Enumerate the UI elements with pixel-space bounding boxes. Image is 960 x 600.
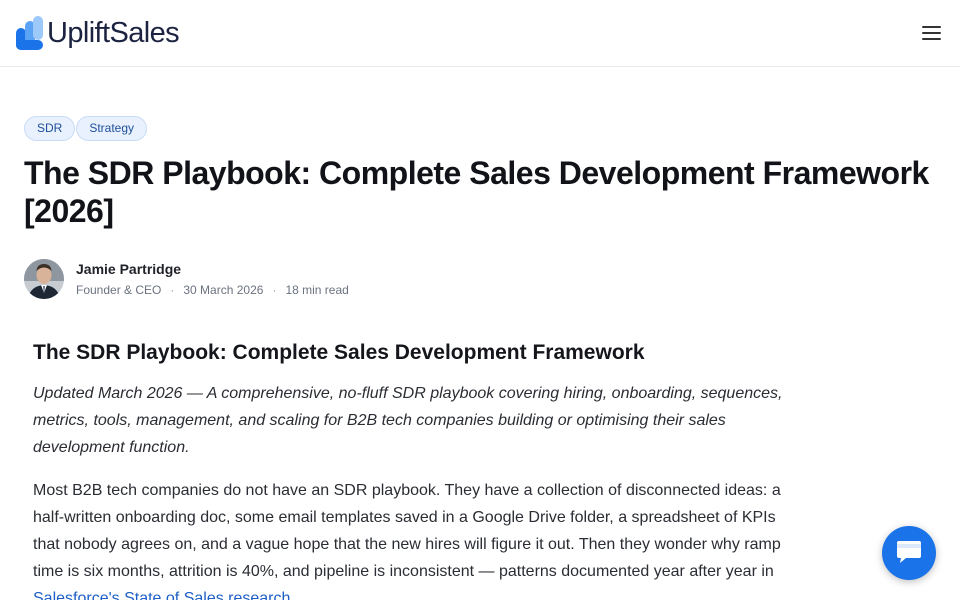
article-tags: SDR Strategy	[24, 116, 148, 141]
site-logo[interactable]: UpliftSales	[16, 15, 180, 51]
tag-strategy[interactable]: Strategy	[76, 116, 148, 141]
logo-mark-icon	[16, 16, 43, 50]
author-avatar	[24, 259, 64, 299]
meta-separator: ·	[272, 282, 277, 297]
paragraph-end: .	[290, 590, 295, 600]
author-name[interactable]: Jamie Partridge	[76, 260, 349, 278]
author-role: Founder & CEO	[76, 282, 162, 297]
tag-sdr[interactable]: SDR	[24, 116, 76, 141]
salesforce-research-link[interactable]: Salesforce's State of Sales research	[33, 590, 290, 600]
article-body: The SDR Playbook: Complete Sales Develop…	[33, 339, 793, 600]
hamburger-menu-icon[interactable]	[918, 21, 946, 45]
paragraph-text: Most B2B tech companies do not have an S…	[33, 482, 781, 580]
article-meta: Founder & CEO · 30 March 2026 · 18 min r…	[76, 281, 349, 299]
article-heading: The SDR Playbook: Complete Sales Develop…	[33, 341, 645, 364]
article-paragraph: Most B2B tech companies do not have an S…	[33, 477, 793, 600]
article-lede: Updated March 2026 — A comprehensive, no…	[33, 385, 783, 456]
meta-separator: ·	[170, 282, 175, 297]
logo-text: UpliftSales	[47, 16, 180, 49]
author-byline: Jamie Partridge Founder & CEO · 30 March…	[24, 259, 349, 299]
read-time: 18 min read	[285, 282, 349, 297]
chat-bubble-icon	[897, 541, 921, 563]
site-header: UpliftSales	[0, 0, 960, 67]
article-title: The SDR Playbook: Complete Sales Develop…	[24, 155, 929, 229]
chat-widget-button[interactable]	[882, 526, 936, 580]
publish-date: 30 March 2026	[183, 282, 264, 297]
